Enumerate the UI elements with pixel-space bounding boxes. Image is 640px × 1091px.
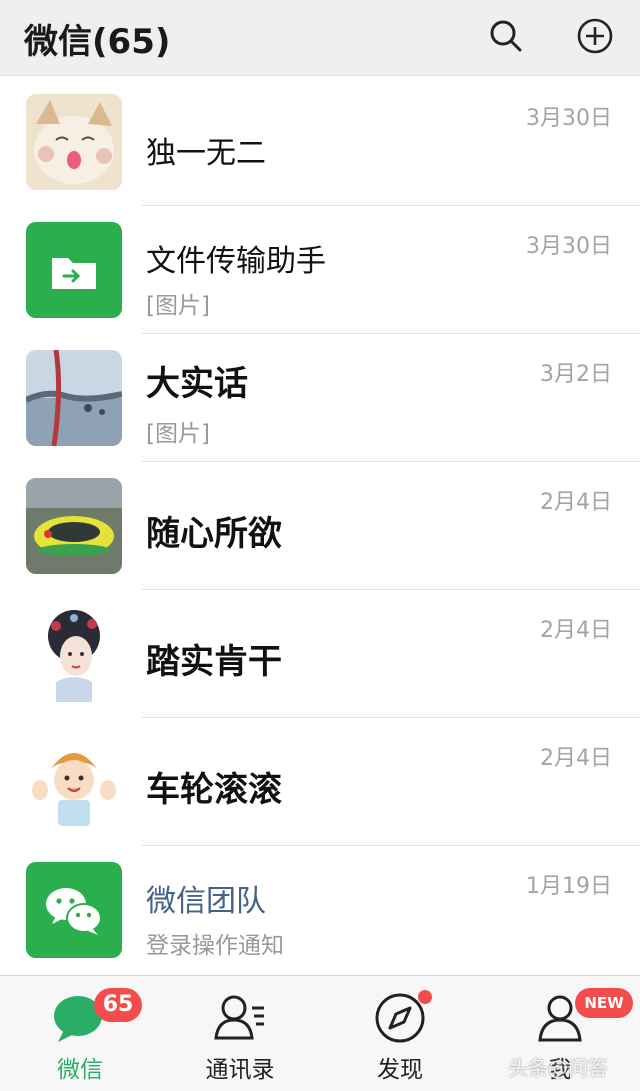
new-dot-badge	[418, 990, 432, 1004]
chat-preview: [图片]	[146, 293, 210, 319]
chat-date: 2月4日	[540, 746, 612, 771]
page-title: 微信(65)	[24, 22, 171, 62]
chat-row-7[interactable]: 微信团队 登录操作通知 1月19日	[0, 846, 640, 974]
wechat-logo-icon	[26, 862, 122, 958]
chat-list: 独一无二 3月30日 文件传输助手 [图片] 3月30日 大实话 [图片] 3月…	[0, 78, 640, 975]
tab-label: 微信	[57, 1057, 103, 1083]
tab-contacts[interactable]: 通讯录	[160, 976, 320, 1091]
chat-name: 微信团队	[146, 884, 266, 919]
chat-name: 车轮滚滚	[146, 770, 282, 810]
search-icon[interactable]	[486, 16, 526, 56]
chat-name: 独一无二	[146, 136, 266, 171]
chat-row-1[interactable]: 独一无二 3月30日	[0, 78, 640, 206]
plus-circle-icon[interactable]	[575, 16, 615, 56]
chat-date: 1月19日	[526, 874, 612, 899]
new-badge: NEW	[575, 988, 633, 1018]
cat-photo-avatar	[26, 94, 122, 190]
chat-date: 3月30日	[526, 234, 612, 259]
chat-row-3[interactable]: 大实话 [图片] 3月2日	[0, 334, 640, 462]
chat-name: 随心所欲	[146, 514, 282, 554]
landscape-photo-avatar	[26, 350, 122, 446]
chat-row-6[interactable]: 车轮滚滚 2月4日	[0, 718, 640, 846]
chat-date: 2月4日	[540, 490, 612, 515]
top-bar: 微信(65)	[0, 0, 640, 76]
chat-row-5[interactable]: 踏实肯干 2月4日	[0, 590, 640, 718]
chat-name: 踏实肯干	[146, 642, 282, 682]
tab-label: 通讯录	[205, 1057, 275, 1083]
chat-name: 文件传输助手	[146, 244, 326, 279]
chat-date: 3月2日	[540, 362, 612, 387]
chat-row-2[interactable]: 文件传输助手 [图片] 3月30日	[0, 206, 640, 334]
tab-discover[interactable]: 发现	[320, 976, 480, 1091]
cartoon-boy-illustration-avatar	[26, 734, 122, 830]
chat-row-4[interactable]: 随心所欲 2月4日	[0, 462, 640, 590]
chat-preview: [图片]	[146, 421, 210, 447]
watermark: 头条@问答	[508, 1056, 608, 1080]
unread-badge: 65	[94, 988, 142, 1022]
tab-label: 发现	[377, 1057, 423, 1083]
chat-date: 3月30日	[526, 106, 612, 131]
opera-girl-illustration-avatar	[26, 606, 122, 702]
bumper-car-photo-avatar	[26, 478, 122, 574]
chat-preview: 登录操作通知	[146, 933, 284, 959]
chat-name: 大实话	[146, 364, 248, 404]
contacts-icon	[212, 990, 268, 1046]
chat-date: 2月4日	[540, 618, 612, 643]
tab-chats[interactable]: 65 微信	[0, 976, 160, 1091]
folder-arrow-icon	[26, 222, 122, 318]
